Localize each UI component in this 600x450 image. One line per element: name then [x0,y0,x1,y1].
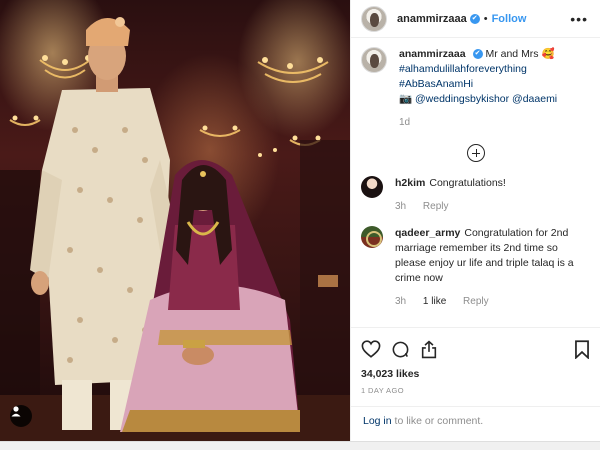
comment-meta: 3h 1 like Reply [395,294,590,309]
comment-body: h2kim Congratulations! 3h Reply [395,176,506,214]
post-actions: 34,023 likes 1 DAY AGO [351,327,600,395]
login-prompt-text: to like or comment. [391,415,484,427]
mention-link[interactable]: @weddingsbykishor [415,93,509,105]
comments-list[interactable]: anammirzaaa ✔ Mr and Mrs 🥰 #alhamdulillah… [351,39,600,327]
comment-item: qadeer_army Congratulation for 2nd marria… [361,226,590,309]
comment-meta: 3h Reply [395,199,506,214]
post-photo[interactable] [0,0,350,441]
like-count[interactable]: 34,023 likes [361,368,590,380]
hashtag-link[interactable]: #AbBasAnamHi [399,78,473,90]
post-header: anammirzaaa ✔ • Follow ••• [351,0,600,38]
login-link[interactable]: Log in [363,415,392,427]
wedding-couple-illustration [0,17,350,441]
comment-item: h2kim Congratulations! 3h Reply [361,176,590,214]
hashtag-link[interactable]: #alhamdulillahforeverything [399,63,527,75]
heart-icon [361,340,381,358]
save-button[interactable] [574,339,590,359]
like-button[interactable] [361,340,381,358]
caption-meta: 1d [399,115,557,130]
mention-link[interactable]: @daaemi [512,93,557,105]
commenter-avatar[interactable] [361,176,383,198]
tagged-users-button[interactable] [10,405,32,427]
comment-likes[interactable]: 1 like [423,296,446,307]
comment-time[interactable]: 3h [395,201,406,212]
camera-emoji-icon: 📷 [399,93,413,105]
comment-body: qadeer_army Congratulation for 2nd marria… [395,226,590,309]
post-date[interactable]: 1 DAY AGO [361,386,590,395]
verified-badge-icon: ✔ [472,49,483,60]
comment-text: Congratulations! [429,177,506,189]
user-icon [11,406,21,417]
reply-button[interactable]: Reply [463,296,489,307]
verified-badge-icon: ✔ [469,13,480,24]
caption-author-avatar[interactable] [361,47,387,73]
more-options-icon[interactable]: ••• [570,11,588,27]
login-prompt: Log in to like or comment. [351,406,600,441]
separator-dot: • [483,12,488,25]
share-button[interactable] [420,340,438,359]
action-icons [361,338,590,360]
page-bottom-edge [0,441,600,450]
author-avatar[interactable] [361,5,387,32]
load-more-comments-button[interactable] [466,144,485,162]
comment-button[interactable] [391,340,410,359]
caption-time[interactable]: 1d [399,117,410,128]
commenter-avatar[interactable] [361,226,383,248]
author-username[interactable]: anammirzaaa [397,13,467,25]
caption-body: anammirzaaa ✔ Mr and Mrs 🥰 #alhamdulillah… [399,47,557,130]
caption-username[interactable]: anammirzaaa [399,48,466,60]
reply-button[interactable]: Reply [423,201,449,212]
comment-time[interactable]: 3h [395,296,406,307]
commenter-username[interactable]: qadeer_army [395,227,460,239]
share-icon [421,340,437,358]
post-side-panel: anammirzaaa ✔ • Follow ••• anammirzaaa ✔ … [350,0,600,441]
follow-button[interactable]: Follow [492,13,527,25]
comment-icon [392,341,409,357]
commenter-username[interactable]: h2kim [395,177,425,189]
caption-line-1: Mr and Mrs 🥰 [485,48,555,60]
bookmark-icon [575,339,589,359]
caption: anammirzaaa ✔ Mr and Mrs 🥰 #alhamdulillah… [361,47,590,130]
